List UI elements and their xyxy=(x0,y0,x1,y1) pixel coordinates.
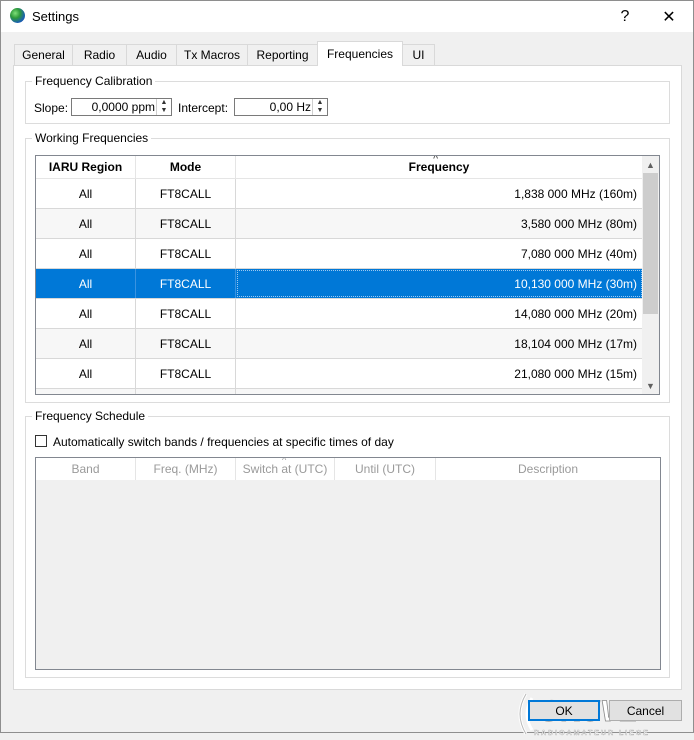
working-frequencies-group: Working Frequencies IARU Region Mode ^ F… xyxy=(25,131,670,403)
frequencies-pane: Frequency Calibration Slope: 0,0000 ppm … xyxy=(13,65,682,737)
sort-ascending-icon: ^ xyxy=(282,457,287,465)
schedule-group: Frequency Schedule Automatically switch … xyxy=(25,409,670,678)
table-row[interactable]: All FT8CALL 10,130 000 MHz (30m) xyxy=(36,269,643,299)
table-row[interactable]: All FT8CALL 1,838 000 MHz (160m) xyxy=(36,179,643,209)
cell-mode: FT8CALL xyxy=(136,209,236,238)
tab-general[interactable]: General xyxy=(14,44,73,65)
calibration-group: Frequency Calibration Slope: 0,0000 ppm … xyxy=(25,74,670,124)
intercept-stepper[interactable]: ▲ ▼ xyxy=(312,99,327,115)
header-frequency-label: Frequency xyxy=(408,160,470,174)
tab-tx-macros[interactable]: Tx Macros xyxy=(176,44,248,65)
table-row[interactable] xyxy=(36,389,643,394)
cell-iaru-region: All xyxy=(36,359,136,388)
header-switch-at[interactable]: ^ Switch at (UTC) xyxy=(236,458,335,480)
cell-mode: FT8CALL xyxy=(136,359,236,388)
spin-down-icon[interactable]: ▼ xyxy=(157,107,171,115)
schedule-title: Frequency Schedule xyxy=(32,409,149,423)
close-button[interactable]: ✕ xyxy=(647,1,691,32)
column-divider xyxy=(135,389,136,394)
cell-mode: FT8CALL xyxy=(136,179,236,208)
scroll-thumb[interactable] xyxy=(643,173,658,314)
tab-radio[interactable]: Radio xyxy=(72,44,127,65)
auto-switch-checkbox[interactable] xyxy=(35,435,47,447)
cell-frequency: 7,080 000 MHz (40m) xyxy=(520,246,637,261)
header-band[interactable]: Band xyxy=(36,458,136,480)
header-frequency[interactable]: ^ Frequency xyxy=(236,156,643,178)
tab-reporting[interactable]: Reporting xyxy=(247,44,318,65)
cell-mode: FT8CALL xyxy=(136,299,236,328)
header-freq-mhz[interactable]: Freq. (MHz) xyxy=(136,458,236,480)
spin-up-icon[interactable]: ▲ xyxy=(313,99,327,107)
table-row[interactable]: All FT8CALL 18,104 000 MHz (17m) xyxy=(36,329,643,359)
cell-mode: FT8CALL xyxy=(136,239,236,268)
globe-icon xyxy=(10,8,25,23)
header-iaru-region[interactable]: IARU Region xyxy=(36,156,136,178)
cell-frequency: 10,130 000 MHz (30m) xyxy=(236,269,643,298)
vertical-scrollbar[interactable]: ▲ ▼ xyxy=(642,156,659,394)
slope-label: Slope: xyxy=(34,101,69,115)
tab-ui[interactable]: UI xyxy=(402,44,435,65)
cancel-button[interactable]: Cancel xyxy=(609,700,682,721)
table-row[interactable]: All FT8CALL 14,080 000 MHz (20m) xyxy=(36,299,643,329)
cell-frequency: 18,104 000 MHz (17m) xyxy=(514,336,637,351)
working-frequencies-table: IARU Region Mode ^ Frequency All FT8CALL 1… xyxy=(35,155,660,395)
tab-frequencies[interactable]: Frequencies xyxy=(317,41,403,66)
cell-iaru-region: All xyxy=(36,329,136,358)
help-button[interactable]: ? xyxy=(603,1,647,32)
sort-ascending-icon: ^ xyxy=(433,155,439,163)
cell-frequency: 21,080 000 MHz (15m) xyxy=(514,366,637,381)
cell-iaru-region: All xyxy=(36,299,136,328)
spin-up-icon[interactable]: ▲ xyxy=(157,99,171,107)
tab-audio[interactable]: Audio xyxy=(126,44,177,65)
intercept-value: 0,00 Hz xyxy=(269,100,311,114)
schedule-table: Band Freq. (MHz) ^ Switch at (UTC) Until… xyxy=(35,457,661,670)
intercept-label: Intercept: xyxy=(178,101,229,115)
window-title: Settings xyxy=(32,9,79,24)
title-bar: Settings ? ✕ xyxy=(1,1,693,32)
intercept-spinbox[interactable]: 0,00 Hz ▲ ▼ xyxy=(234,98,328,116)
table-row[interactable]: All FT8CALL 3,580 000 MHz (80m) xyxy=(36,209,643,239)
ok-button[interactable]: OK xyxy=(528,700,600,721)
cell-iaru-region: All xyxy=(36,209,136,238)
column-divider xyxy=(235,389,236,394)
auto-switch-label[interactable]: Automatically switch bands / frequencies… xyxy=(53,435,394,449)
slope-value: 0,0000 ppm xyxy=(91,100,155,114)
spin-down-icon[interactable]: ▼ xyxy=(313,107,327,115)
header-mode[interactable]: Mode xyxy=(136,156,236,178)
cell-mode: FT8CALL xyxy=(136,329,236,358)
slope-spinbox[interactable]: 0,0000 ppm ▲ ▼ xyxy=(71,98,172,116)
cell-frequency: 14,080 000 MHz (20m) xyxy=(514,306,637,321)
cell-frequency: 3,580 000 MHz (80m) xyxy=(520,216,637,231)
header-description[interactable]: Description xyxy=(436,458,660,480)
slope-stepper[interactable]: ▲ ▼ xyxy=(156,99,171,115)
header-until[interactable]: Until (UTC) xyxy=(335,458,436,480)
cell-iaru-region: All xyxy=(36,239,136,268)
scroll-down-icon[interactable]: ▼ xyxy=(642,377,659,394)
calibration-title: Frequency Calibration xyxy=(32,74,156,88)
working-frequencies-title: Working Frequencies xyxy=(32,131,152,145)
cell-iaru-region: All xyxy=(36,269,136,298)
table-row[interactable]: All FT8CALL 21,080 000 MHz (15m) xyxy=(36,359,643,389)
table-row[interactable]: All FT8CALL 7,080 000 MHz (40m) xyxy=(36,239,643,269)
scroll-up-icon[interactable]: ▲ xyxy=(642,156,659,173)
settings-window: Settings ? ✕ General Radio Audio Tx Macr… xyxy=(0,0,694,737)
cell-iaru-region: All xyxy=(36,179,136,208)
cell-frequency: 1,838 000 MHz (160m) xyxy=(514,186,637,201)
watermark-sub-text: RADIOAMATEUR LIEGE xyxy=(534,730,650,737)
cell-mode: FT8CALL xyxy=(136,269,236,298)
